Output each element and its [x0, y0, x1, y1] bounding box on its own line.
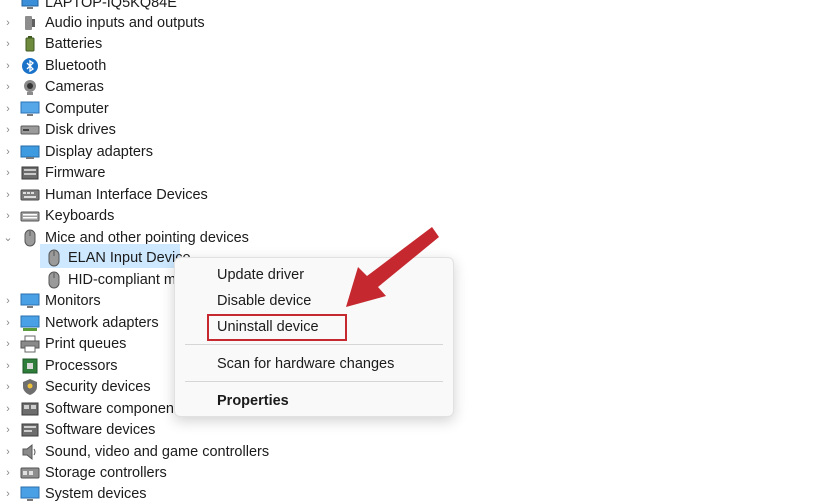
root-label: LAPTOP-IQ5KQ84E — [45, 0, 177, 11]
tree-item-display-adapters[interactable]: › Display adapters — [0, 141, 840, 162]
printer-icon — [20, 334, 40, 354]
chevron-right-icon[interactable]: › — [2, 290, 14, 311]
chevron-right-icon[interactable]: › — [2, 162, 14, 183]
tree-item-label: Bluetooth — [45, 57, 107, 74]
tree-item-label: Keyboards — [45, 207, 115, 224]
chevron-right-icon[interactable]: › — [2, 483, 14, 504]
menu-item-uninstall-device[interactable]: Uninstall device — [217, 319, 319, 335]
chevron-right-icon[interactable]: › — [2, 462, 14, 483]
computer-icon — [20, 0, 40, 13]
menu-item-update-driver[interactable]: Update driver — [217, 267, 304, 283]
security-icon — [20, 377, 40, 397]
chevron-right-icon[interactable]: › — [2, 76, 14, 97]
tree-item-bluetooth[interactable]: › Bluetooth — [0, 55, 840, 76]
chevron-right-icon[interactable]: › — [2, 119, 14, 140]
bluetooth-icon — [20, 56, 40, 76]
keyboard-icon — [20, 206, 40, 226]
tree-item-label: Software components — [45, 400, 186, 417]
tree-item-label: Cameras — [45, 78, 104, 95]
tree-item-batteries[interactable]: › Batteries — [0, 33, 840, 54]
tree-item-label: Sound, video and game controllers — [45, 443, 270, 460]
menu-separator — [185, 381, 443, 382]
tree-item-label: Software devices — [45, 421, 156, 438]
chevron-down-icon[interactable]: ⌄ — [2, 227, 14, 248]
tree-item-system-devices[interactable]: › System devices — [0, 483, 840, 504]
annotation-arrow-icon — [346, 227, 439, 307]
sound-icon — [20, 442, 40, 462]
disk-drive-icon — [20, 120, 40, 140]
chevron-right-icon[interactable]: › — [2, 419, 14, 440]
tree-item-label: Computer — [45, 100, 109, 117]
mouse-icon — [44, 248, 64, 268]
tree-item-hid[interactable]: › Human Interface Devices — [0, 184, 840, 205]
tree-item-keyboards[interactable]: › Keyboards — [0, 205, 840, 226]
tree-item-storage-controllers[interactable]: › Storage controllers — [0, 462, 840, 483]
menu-separator — [185, 344, 443, 345]
firmware-icon — [20, 163, 40, 183]
tree-item-label: Disk drives — [45, 121, 116, 138]
chevron-right-icon[interactable]: › — [2, 205, 14, 226]
menu-item-disable-device[interactable]: Disable device — [217, 293, 311, 309]
tree-item-cameras[interactable]: › Cameras — [0, 76, 840, 97]
tree-item-software-devices[interactable]: › Software devices — [0, 419, 840, 440]
storage-controller-icon — [20, 463, 40, 483]
tree-item-disk-drives[interactable]: › Disk drives — [0, 119, 840, 140]
speaker-icon — [20, 13, 40, 33]
software-device-icon — [20, 420, 40, 440]
mouse-icon — [20, 228, 40, 248]
tree-item-label: System devices — [45, 485, 147, 502]
monitor-icon — [20, 291, 40, 311]
tree-item-label: Monitors — [45, 292, 101, 309]
battery-icon — [20, 34, 40, 54]
tree-item-label: Audio inputs and outputs — [45, 14, 205, 31]
tree-item-label: Batteries — [45, 35, 103, 52]
menu-item-properties[interactable]: Properties — [217, 393, 289, 409]
tree-item-sound-video-game[interactable]: › Sound, video and game controllers — [0, 441, 840, 462]
chevron-right-icon[interactable]: › — [2, 12, 14, 33]
tree-item-label: Processors — [45, 357, 118, 374]
tree-item-label: Security devices — [45, 378, 151, 395]
network-adapter-icon — [20, 313, 40, 333]
system-device-icon — [20, 484, 40, 504]
tree-item-firmware[interactable]: › Firmware — [0, 162, 840, 183]
chevron-right-icon[interactable]: › — [2, 333, 14, 354]
chevron-right-icon[interactable]: › — [2, 355, 14, 376]
chevron-right-icon[interactable]: › — [2, 441, 14, 462]
chevron-right-icon[interactable]: › — [2, 141, 14, 162]
chevron-right-icon[interactable]: › — [2, 33, 14, 54]
hid-icon — [20, 185, 40, 205]
tree-item-label: Print queues — [45, 335, 127, 352]
software-component-icon — [20, 399, 40, 419]
chevron-right-icon[interactable]: › — [2, 98, 14, 119]
tree-item-label: Storage controllers — [45, 464, 167, 481]
camera-icon — [20, 77, 40, 97]
tree-item-label: Network adapters — [45, 314, 159, 331]
processor-icon — [20, 356, 40, 376]
chevron-right-icon[interactable]: › — [2, 398, 14, 419]
chevron-right-icon[interactable]: › — [2, 376, 14, 397]
chevron-right-icon[interactable]: › — [2, 55, 14, 76]
chevron-right-icon[interactable]: › — [2, 184, 14, 205]
tree-item-computer[interactable]: › Computer — [0, 98, 840, 119]
tree-item-label: Display adapters — [45, 143, 153, 160]
display-adapter-icon — [20, 142, 40, 162]
tree-item-label: Human Interface Devices — [45, 186, 208, 203]
chevron-right-icon[interactable]: › — [2, 312, 14, 333]
menu-item-scan-hardware[interactable]: Scan for hardware changes — [217, 356, 394, 372]
tree-item-audio[interactable]: › Audio inputs and outputs — [0, 12, 840, 33]
computer-icon — [20, 99, 40, 119]
mouse-icon — [44, 270, 64, 290]
tree-item-label: Firmware — [45, 164, 106, 181]
tree-item-label: ELAN Input Device — [68, 249, 191, 266]
